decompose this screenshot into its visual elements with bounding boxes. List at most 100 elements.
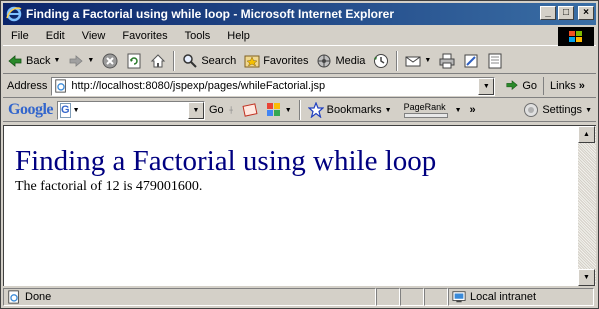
popup-blocker-button[interactable]: ▼ — [262, 99, 296, 121]
chevron-down-icon[interactable]: ▼ — [71, 107, 82, 114]
bookmarks-label: Bookmarks — [326, 104, 382, 116]
settings-icon — [524, 103, 539, 117]
settings-button[interactable]: Settings ▼ — [519, 99, 596, 121]
toolbar-separator — [396, 50, 399, 71]
window-title: Finding a Factorial using while loop - M… — [26, 7, 395, 21]
factorial-result-text: The factorial of 12 is 479001600. — [15, 179, 203, 194]
news-icon — [242, 103, 258, 117]
close-button[interactable]: × — [578, 6, 594, 20]
links-button[interactable]: Links » — [543, 77, 585, 95]
menu-help[interactable]: Help — [219, 30, 259, 42]
back-button[interactable]: Back ▼ — [3, 50, 64, 72]
news-button[interactable] — [238, 99, 262, 121]
history-icon — [374, 53, 389, 68]
favorites-icon — [244, 55, 260, 67]
title-bar: Finding a Factorial using while loop - M… — [3, 3, 596, 25]
page-done-icon — [8, 290, 19, 304]
go-arrow-icon — [506, 80, 519, 91]
chevron-down-icon: ▼ — [454, 106, 462, 114]
browser-window: Finding a Factorial using while loop - M… — [0, 0, 599, 309]
status-zone-pane: Local intranet — [448, 288, 594, 306]
discuss-button[interactable] — [483, 50, 507, 72]
search-button[interactable]: Search — [178, 50, 240, 72]
history-button[interactable] — [369, 50, 393, 72]
star-icon — [307, 102, 324, 118]
address-bar: Address http://localhost:8080/jspexp/pag… — [3, 75, 596, 98]
forward-arrow-icon — [70, 54, 84, 67]
page-icon — [55, 79, 67, 93]
favorites-button[interactable]: Favorites — [240, 50, 312, 72]
status-main-pane: Done — [3, 288, 376, 306]
back-arrow-icon — [8, 54, 22, 67]
stop-icon — [102, 53, 118, 68]
pagerank-label: PageRank — [403, 101, 446, 112]
go-button[interactable]: Go — [495, 79, 543, 93]
media-button[interactable]: Media — [312, 50, 369, 72]
back-label: Back — [26, 54, 51, 67]
overflow-chevron-icon[interactable]: » — [466, 104, 480, 116]
bookmarks-button[interactable]: Bookmarks ▼ — [304, 99, 396, 121]
menu-file[interactable]: File — [3, 30, 38, 42]
settings-label: Settings — [542, 104, 583, 116]
links-label: Links — [550, 80, 576, 92]
chevron-down-icon: ▼ — [384, 106, 392, 114]
print-button[interactable] — [435, 50, 459, 72]
print-icon — [439, 53, 455, 68]
address-field[interactable]: http://localhost:8080/jspexp/pages/while… — [51, 76, 496, 96]
address-url[interactable]: http://localhost:8080/jspexp/pages/while… — [71, 80, 325, 92]
mail-button[interactable]: ▼ — [401, 50, 435, 72]
refresh-icon — [127, 53, 141, 68]
chevron-down-icon[interactable]: ▼ — [87, 57, 94, 64]
ie-logo-icon — [6, 6, 22, 22]
forward-button[interactable]: ▼ — [64, 50, 98, 72]
minimize-button[interactable]: _ — [540, 6, 556, 20]
popup-blocker-icon — [266, 103, 280, 116]
menu-edit[interactable]: Edit — [38, 30, 74, 42]
toolbar-separator — [298, 100, 301, 120]
page-content: Finding a Factorial using while loop The… — [3, 125, 578, 286]
edit-icon — [464, 54, 478, 67]
status-text: Done — [25, 291, 52, 303]
zone-text: Local intranet — [470, 291, 537, 303]
menu-tools[interactable]: Tools — [177, 30, 220, 42]
scroll-down-button[interactable]: ▼ — [578, 269, 595, 286]
scroll-up-button[interactable]: ▲ — [578, 126, 595, 143]
toolbar-separator — [173, 50, 176, 71]
pagerank-button[interactable]: PageRank ▼ — [396, 99, 466, 121]
stop-button[interactable] — [98, 50, 122, 72]
chevron-down-icon[interactable]: ▼ — [424, 57, 431, 64]
google-search-dropdown[interactable]: ▼ — [188, 101, 204, 119]
menu-favorites[interactable]: Favorites — [114, 30, 176, 42]
media-icon — [317, 54, 331, 67]
google-logo: Google — [3, 101, 57, 119]
refresh-button[interactable] — [122, 50, 146, 72]
chevron-down-icon[interactable]: ▼ — [53, 57, 60, 64]
menu-view[interactable]: View — [74, 30, 115, 42]
go-label: Go — [522, 80, 538, 92]
search-label: Search — [201, 54, 237, 67]
google-search-field[interactable]: G ▼ ▼ — [57, 100, 228, 120]
pagerank-bar — [403, 112, 448, 118]
status-progress-pane — [376, 288, 400, 306]
maximize-button[interactable]: □ — [558, 6, 574, 20]
pagerank-indicator: PageRank — [400, 101, 452, 118]
chevron-down-icon[interactable]: ▼ — [285, 107, 292, 114]
google-search-input[interactable] — [81, 102, 228, 118]
search-web-icon[interactable] — [228, 102, 238, 118]
status-pane — [424, 288, 448, 306]
favorites-label: Favorites — [263, 54, 309, 67]
vertical-scrollbar[interactable]: ▲ ▼ — [578, 125, 596, 286]
chevron-right-icon: » — [578, 80, 585, 92]
page-heading: Finding a Factorial using while loop — [15, 145, 437, 177]
standard-toolbar: Back ▼ ▼ Search Favorites Media ▼ — [3, 48, 596, 74]
media-label: Media — [335, 54, 366, 67]
home-button[interactable] — [146, 50, 170, 72]
google-logo-text: Google — [8, 101, 54, 118]
windows-logo-icon — [558, 27, 594, 46]
google-g-icon[interactable]: G — [60, 102, 71, 118]
edit-button[interactable] — [459, 50, 483, 72]
status-pane — [400, 288, 424, 306]
discuss-icon — [488, 53, 502, 68]
address-dropdown-button[interactable]: ▼ — [478, 77, 495, 95]
google-toolbar: Google G ▼ ▼ Go ▼ Bookmarks ▼ PageRank ▼… — [3, 99, 596, 122]
